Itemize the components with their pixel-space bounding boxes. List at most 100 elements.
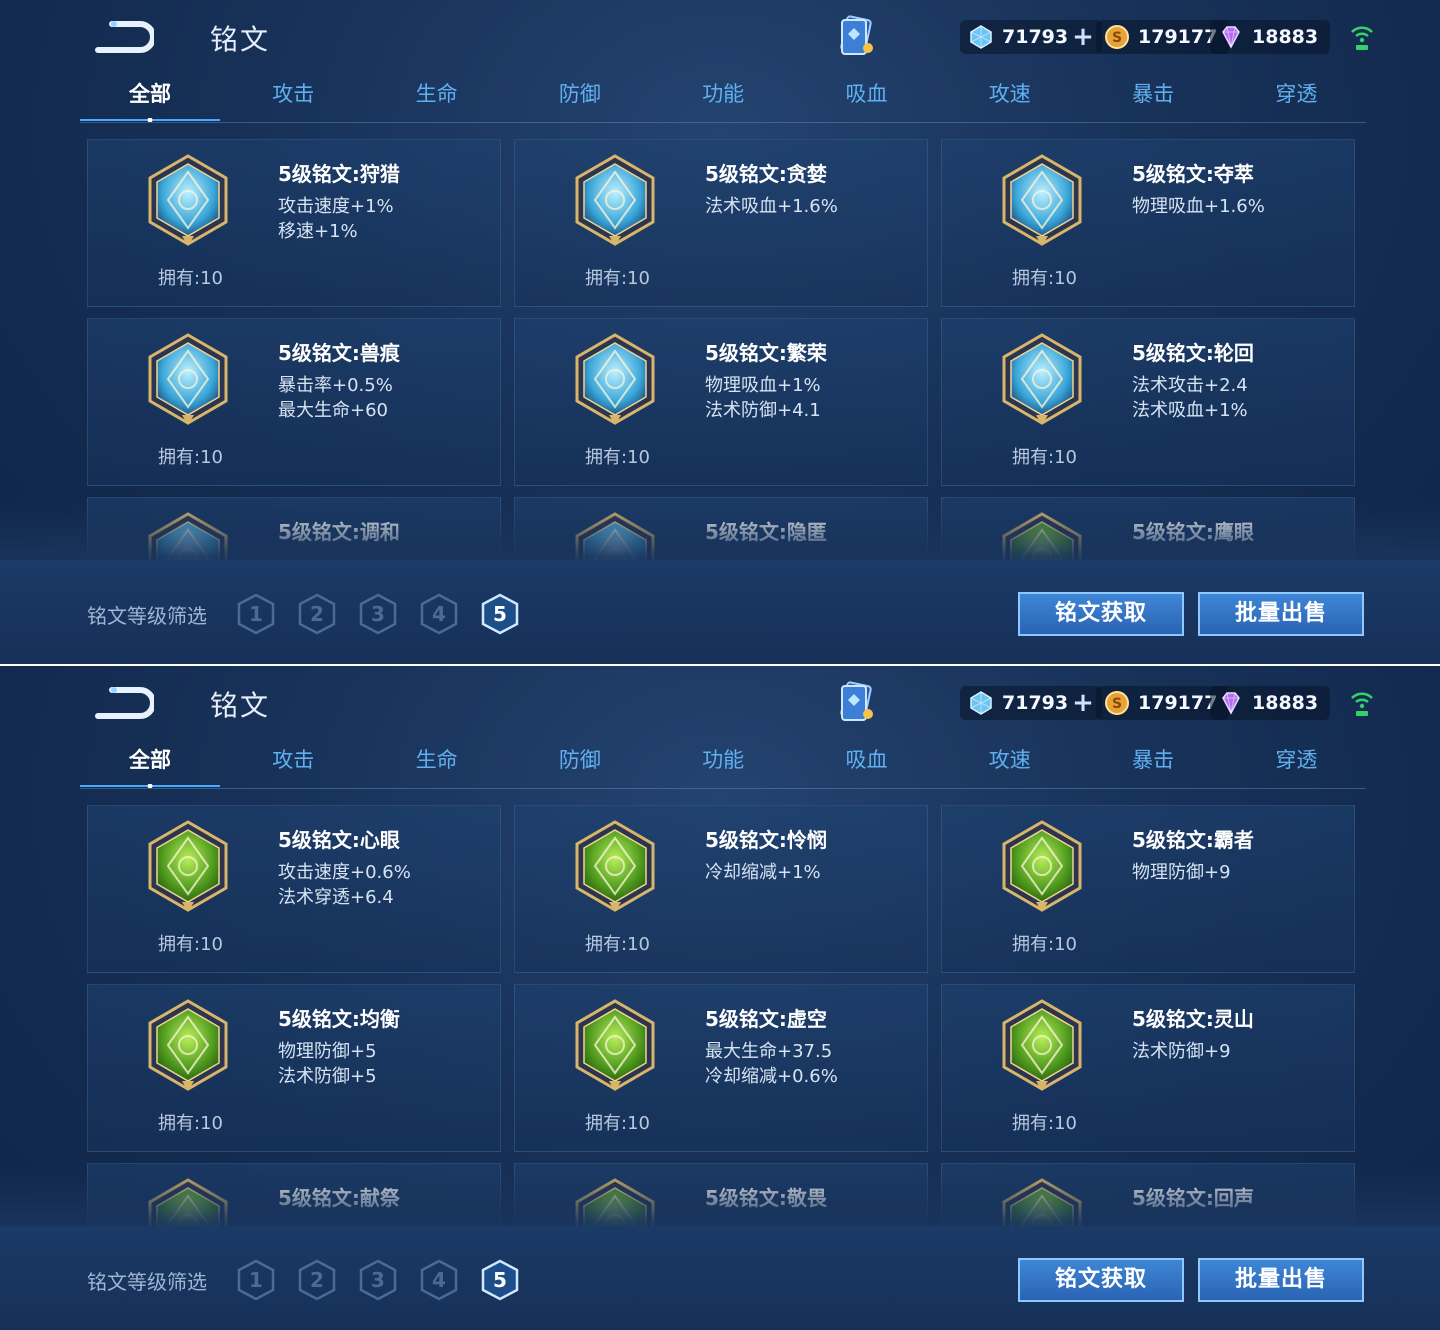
level-filter-2[interactable]: 2 xyxy=(297,1259,337,1301)
inscription-card[interactable]: 5级铭文:怜悯 冷却缩减+1% 拥有:10 xyxy=(514,805,928,973)
tab-4[interactable]: 功能 xyxy=(653,744,793,774)
svg-text:S: S xyxy=(1112,696,1122,712)
currency-crystal: 71793 + xyxy=(960,20,1102,54)
inscription-name: 5级铭文:兽痕 xyxy=(278,341,400,365)
inscription-attribute: 法术防御+5 xyxy=(278,1066,377,1087)
inscription-card[interactable]: 5级铭文:心眼 攻击速度+0.6% 法术穿透+6.4 拥有:10 xyxy=(87,805,501,973)
level-filter-2[interactable]: 2 xyxy=(297,593,337,635)
inscription-attribute: 攻击速度+0.6% xyxy=(278,862,411,883)
inscription-name: 5级铭文:轮回 xyxy=(1132,341,1254,365)
inscription-name: 5级铭文:贪婪 xyxy=(705,162,827,186)
inscription-name: 5级铭文:夺萃 xyxy=(1132,162,1254,186)
level-filter-4[interactable]: 4 xyxy=(419,593,459,635)
wifi-signal-icon xyxy=(1351,26,1373,50)
inscription-name: 5级铭文:均衡 xyxy=(278,1007,400,1031)
page-title: 铭文 xyxy=(210,689,271,722)
currency-crystal: 71793 + xyxy=(960,686,1102,720)
level-filter-label: 铭文等级筛选 xyxy=(87,604,207,628)
inscription-attribute: 物理防御+5 xyxy=(278,1041,377,1062)
bulk-sell-button[interactable]: 批量出售 xyxy=(1198,1258,1364,1302)
inscription-name: 5级铭文:怜悯 xyxy=(705,828,827,852)
inscription-attribute: 法术穿透+6.4 xyxy=(278,887,394,908)
tab-0[interactable]: 全部 xyxy=(80,78,220,122)
owned-count: 拥有:10 xyxy=(1012,934,1077,955)
category-tabs: 全部 攻击 生命 防御 功能 吸血 攻速 暴击 穿透 xyxy=(80,78,1366,124)
tab-8[interactable]: 穿透 xyxy=(1226,744,1366,774)
inscription-card[interactable]: 5级铭文:霸者 物理防御+9 拥有:10 xyxy=(941,805,1355,973)
tab-7[interactable]: 暴击 xyxy=(1083,78,1223,108)
level-filter-3[interactable]: 3 xyxy=(358,593,398,635)
inscription-screen: 铭文 71793 + S 179177 18883 全部 攻击 生命 防御 功能… xyxy=(0,666,1440,1330)
blue-inscription-gem-icon xyxy=(1002,154,1082,246)
green-inscription-gem-icon xyxy=(575,999,655,1091)
inscription-name: 5级铭文:狩猎 xyxy=(278,162,400,186)
tab-5[interactable]: 吸血 xyxy=(797,78,937,108)
tab-3[interactable]: 防御 xyxy=(510,78,650,108)
acquire-inscription-button[interactable]: 铭文获取 xyxy=(1018,592,1184,636)
blue-inscription-gem-icon xyxy=(148,154,228,246)
tab-5[interactable]: 吸血 xyxy=(797,744,937,774)
inscription-name: 5级铭文:繁荣 xyxy=(705,341,827,365)
tab-4[interactable]: 功能 xyxy=(653,78,793,108)
inscription-card[interactable]: 5级铭文:均衡 物理防御+5 法术防御+5 拥有:10 xyxy=(87,984,501,1152)
gold-coin-icon: S xyxy=(1105,25,1129,49)
green-inscription-gem-icon xyxy=(148,820,228,912)
tab-1[interactable]: 攻击 xyxy=(223,78,363,108)
blue-inscription-gem-icon xyxy=(1002,333,1082,425)
tab-2[interactable]: 生命 xyxy=(367,78,507,108)
level-filter-5[interactable]: 5 xyxy=(480,1259,520,1301)
tab-7[interactable]: 暴击 xyxy=(1083,744,1223,774)
level-filter-1[interactable]: 1 xyxy=(236,593,276,635)
tab-6[interactable]: 攻速 xyxy=(940,744,1080,774)
inscription-attribute: 攻击速度+1% xyxy=(278,196,394,217)
tab-0[interactable]: 全部 xyxy=(80,744,220,788)
tab-8[interactable]: 穿透 xyxy=(1226,78,1366,108)
inscription-attribute: 冷却缩减+0.6% xyxy=(705,1066,838,1087)
card-deck-icon[interactable] xyxy=(832,14,880,60)
owned-count: 拥有:10 xyxy=(1012,1113,1077,1134)
level-filter-5[interactable]: 5 xyxy=(480,593,520,635)
inscription-attribute: 法术吸血+1.6% xyxy=(705,196,838,217)
inscription-attribute: 暴击率+0.5% xyxy=(278,375,393,396)
level-filter-1[interactable]: 1 xyxy=(236,1259,276,1301)
page-title: 铭文 xyxy=(210,23,271,56)
inscription-name: 5级铭文:霸者 xyxy=(1132,828,1254,852)
owned-count: 拥有:10 xyxy=(585,934,650,955)
blue-inscription-gem-icon xyxy=(148,333,228,425)
tab-2[interactable]: 生命 xyxy=(367,744,507,774)
inscription-attribute: 法术防御+9 xyxy=(1132,1041,1231,1062)
level-filter-4[interactable]: 4 xyxy=(419,1259,459,1301)
level-filter-3[interactable]: 3 xyxy=(358,1259,398,1301)
green-inscription-gem-icon xyxy=(1002,820,1082,912)
owned-count: 拥有:10 xyxy=(585,1113,650,1134)
inscription-name: 5级铭文:虚空 xyxy=(705,1007,827,1031)
inscription-card[interactable]: 5级铭文:狩猎 攻击速度+1% 移速+1% 拥有:10 xyxy=(87,139,501,307)
inscription-card[interactable]: 5级铭文:兽痕 暴击率+0.5% 最大生命+60 拥有:10 xyxy=(87,318,501,486)
owned-count: 拥有:10 xyxy=(585,268,650,289)
add-crystal-button[interactable]: + xyxy=(1072,690,1094,716)
inscription-card[interactable]: 5级铭文:夺萃 物理吸血+1.6% 拥有:10 xyxy=(941,139,1355,307)
svg-text:S: S xyxy=(1112,30,1122,46)
inscription-card[interactable]: 5级铭文:轮回 法术攻击+2.4 法术吸血+1% 拥有:10 xyxy=(941,318,1355,486)
card-deck-icon[interactable] xyxy=(832,680,880,726)
owned-count: 拥有:10 xyxy=(1012,447,1077,468)
inscription-screen: 铭文 71793 + S 179177 18883 全部 攻击 生命 防御 功能… xyxy=(0,0,1440,664)
tab-3[interactable]: 防御 xyxy=(510,744,650,774)
acquire-inscription-button[interactable]: 铭文获取 xyxy=(1018,1258,1184,1302)
inscription-card[interactable]: 5级铭文:贪婪 法术吸血+1.6% 拥有:10 xyxy=(514,139,928,307)
inscription-card[interactable]: 5级铭文:虚空 最大生命+37.5 冷却缩减+0.6% 拥有:10 xyxy=(514,984,928,1152)
inscription-card[interactable]: 5级铭文:繁荣 物理吸血+1% 法术防御+4.1 拥有:10 xyxy=(514,318,928,486)
owned-count: 拥有:10 xyxy=(158,934,223,955)
inscription-attribute: 法术攻击+2.4 xyxy=(1132,375,1248,396)
inscription-card[interactable]: 5级铭文:灵山 法术防御+9 拥有:10 xyxy=(941,984,1355,1152)
tab-6[interactable]: 攻速 xyxy=(940,78,1080,108)
inscription-attribute: 法术吸血+1% xyxy=(1132,400,1248,421)
bulk-sell-button[interactable]: 批量出售 xyxy=(1198,592,1364,636)
add-crystal-button[interactable]: + xyxy=(1072,24,1094,50)
tab-1[interactable]: 攻击 xyxy=(223,744,363,774)
back-arrow-icon[interactable] xyxy=(92,686,154,720)
back-arrow-icon[interactable] xyxy=(92,20,154,54)
currency-diamond: 18883 xyxy=(1210,20,1331,54)
owned-count: 拥有:10 xyxy=(158,447,223,468)
owned-count: 拥有:10 xyxy=(158,268,223,289)
